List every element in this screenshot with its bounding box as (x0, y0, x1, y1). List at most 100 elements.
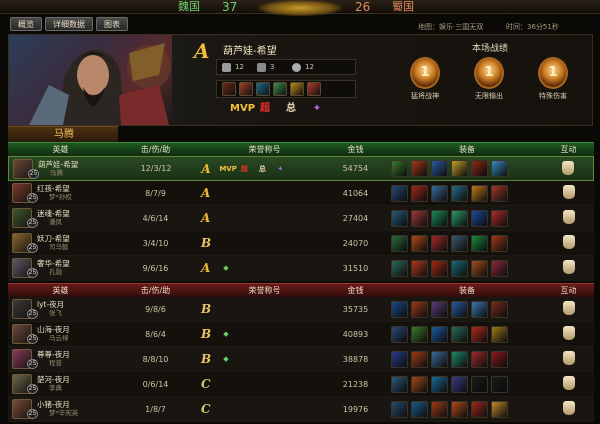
equipment-item-icon[interactable] (431, 325, 448, 343)
equipment-item-icon[interactable] (471, 259, 488, 277)
equipment-item-icon[interactable] (491, 300, 508, 318)
player-row[interactable]: 25 奢华-希望 孔融 9/6/16 A ◆ 31510 (8, 256, 594, 281)
player-row[interactable]: 25 楚河-夜月 李典 0/6/14 C 21238 (8, 372, 594, 397)
thumbs-up-icon[interactable] (562, 260, 575, 274)
equipment-item-icon[interactable] (411, 300, 428, 318)
equipment-item-icon[interactable] (451, 325, 468, 343)
equipment-item-icon[interactable] (451, 209, 468, 227)
equipment-item-icon[interactable] (431, 234, 448, 252)
gold-value: 21238 (342, 379, 369, 389)
equipment-item-icon[interactable] (411, 259, 428, 277)
equipment-item-icon[interactable] (451, 184, 468, 202)
equipment-item-icon[interactable] (431, 259, 448, 277)
equipment-item-icon[interactable] (411, 209, 428, 227)
equipment-slot-icon[interactable] (239, 82, 253, 96)
thumbs-up-icon[interactable] (562, 351, 575, 365)
equipment-item-icon[interactable] (411, 325, 428, 343)
thumbs-up-icon[interactable] (562, 326, 575, 340)
tab-overview[interactable]: 概览 (10, 17, 42, 31)
hero-name: 尊尊-夜月 (37, 350, 70, 359)
thumbs-up-icon[interactable] (562, 185, 575, 199)
equipment-item-icon[interactable] (391, 375, 408, 393)
equipment-item-icon[interactable] (491, 350, 508, 368)
equipment-item-icon[interactable] (391, 234, 408, 252)
tab-details[interactable]: 详细数据 (45, 17, 93, 31)
player-row[interactable]: 25 小猪-夜月 梦*辛宪英 1/8/7 C 19976 (8, 397, 594, 422)
equipment-item-icon[interactable] (390, 160, 408, 177)
honor-badge-icon: ◆ (223, 264, 229, 272)
equipment-slot-icon[interactable] (290, 82, 304, 96)
equipment-item-icon[interactable] (491, 400, 508, 418)
equipment-item-icon[interactable] (430, 160, 448, 177)
equipment-item-icon[interactable] (471, 234, 488, 252)
equipment-item-icon[interactable] (410, 160, 428, 177)
kda-value: 8/6/4 (145, 329, 166, 339)
equipment-item-icon[interactable] (431, 300, 448, 318)
medal-item[interactable]: 1 猛将战神 (403, 57, 447, 101)
equipment-item-icon[interactable] (411, 400, 428, 418)
equipment-item-icon[interactable] (391, 350, 408, 368)
equipment-item-icon[interactable] (431, 400, 448, 418)
equipment-item-icon[interactable] (491, 209, 508, 227)
equipment-item-icon[interactable] (491, 325, 508, 343)
equipment-item-icon[interactable] (411, 350, 428, 368)
medal-item[interactable]: 1 特殊伤害 (531, 57, 575, 101)
equipment-item-icon[interactable] (431, 350, 448, 368)
equipment-item-icon[interactable] (471, 350, 488, 368)
thumbs-up-icon[interactable] (562, 376, 575, 390)
selected-player-tab[interactable]: 马腾 (8, 126, 118, 142)
equipment-item-icon[interactable] (491, 234, 508, 252)
player-row[interactable]: 25 妖刀-希望 司马懿 3/4/10 B 24070 (8, 231, 594, 256)
medal-item[interactable]: 1 无限输出 (467, 57, 511, 101)
equipment-slot-icon[interactable] (256, 82, 270, 96)
thumbs-up-icon[interactable] (562, 235, 575, 249)
equipment-slot-icon[interactable] (222, 82, 236, 96)
equipment-item-icon[interactable] (491, 375, 508, 393)
equipment-item-icon[interactable] (451, 350, 468, 368)
equipment-item-icon[interactable] (491, 184, 508, 202)
equipment-item-icon[interactable] (451, 300, 468, 318)
equipment-item-icon[interactable] (451, 400, 468, 418)
tab-charts[interactable]: 图表 (96, 17, 128, 31)
equipment-item-icon[interactable] (451, 234, 468, 252)
equipment-item-icon[interactable] (411, 234, 428, 252)
thumbs-up-icon[interactable] (562, 301, 575, 315)
thumbs-up-icon[interactable] (562, 210, 575, 224)
equipment-item-icon[interactable] (471, 400, 488, 418)
equipment-slot-icon[interactable] (273, 82, 287, 96)
equipment-item-icon[interactable] (450, 160, 468, 177)
player-row[interactable]: 25 尊尊-夜月 程普 8/8/10 B ◆ 38878 (8, 347, 594, 372)
player-row[interactable]: 25 迷魂-希望 潘凤 4/6/14 A 27404 (8, 206, 594, 231)
equipment-item-icon[interactable] (491, 259, 508, 277)
featured-grade: A (194, 39, 210, 63)
player-row[interactable]: 25 葫芦娃-希望 马腾 12/3/12 A MVP 超 总 ✦ 54754 (8, 156, 594, 181)
equipment-item-icon[interactable] (471, 300, 488, 318)
equipment-item-icon[interactable] (471, 375, 488, 393)
equipment-item-icon[interactable] (411, 375, 428, 393)
equipment-item-icon[interactable] (391, 300, 408, 318)
equipment-item-icon[interactable] (411, 184, 428, 202)
player-row[interactable]: 25 红孩-希望 梦*孙权 8/7/9 A 41064 (8, 181, 594, 206)
equipment-item-icon[interactable] (451, 259, 468, 277)
equipment-item-icon[interactable] (471, 325, 488, 343)
interact-cell (543, 235, 594, 251)
equipment-item-icon[interactable] (391, 184, 408, 202)
equipment-item-icon[interactable] (471, 209, 488, 227)
equipment-item-icon[interactable] (391, 400, 408, 418)
equipment-item-icon[interactable] (391, 259, 408, 277)
equipment-item-icon[interactable] (451, 375, 468, 393)
equipment-item-icon[interactable] (391, 209, 408, 227)
equipment-item-icon[interactable] (431, 209, 448, 227)
player-row[interactable]: 25 山海-夜月 马云禄 8/6/4 B ◆ 40893 (8, 322, 594, 347)
player-row[interactable]: 25 lyt-夜月 张飞 9/8/6 B 35735 (8, 297, 594, 322)
equipment-slot-icon[interactable] (307, 82, 321, 96)
equipment-item-icon[interactable] (431, 375, 448, 393)
equipment-item-icon[interactable] (391, 325, 408, 343)
thumbs-up-icon[interactable] (562, 401, 575, 415)
equipment-item-icon[interactable] (431, 184, 448, 202)
equipment-item-icon[interactable] (471, 184, 488, 202)
equipment-item-icon[interactable] (490, 160, 508, 177)
honor-cell: A (198, 186, 328, 200)
equipment-item-icon[interactable] (470, 160, 488, 177)
thumbs-up-icon[interactable] (561, 160, 574, 175)
